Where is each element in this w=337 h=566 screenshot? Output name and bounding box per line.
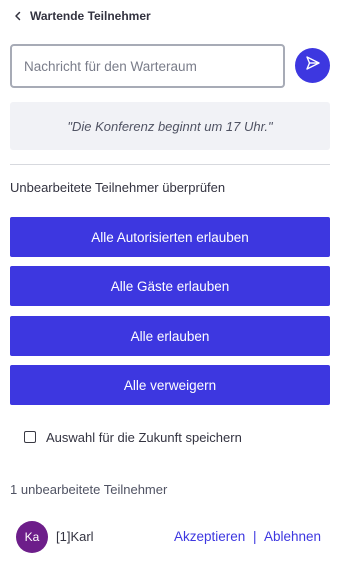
participant-name: [1]Karl	[56, 529, 94, 544]
divider	[10, 164, 330, 165]
allow-all-button[interactable]: Alle erlauben	[10, 316, 330, 356]
avatar: Ka	[16, 521, 48, 553]
back-to-waiting-header[interactable]: Wartende Teilnehmer	[10, 6, 151, 26]
allow-all-guests-button[interactable]: Alle Gäste erlauben	[10, 266, 330, 306]
remember-choice-checkbox[interactable]	[24, 431, 36, 443]
pending-count-label: 1 unbearbeitete Teilnehmer	[10, 482, 168, 497]
allow-all-authorized-button[interactable]: Alle Autorisierten erlauben	[10, 217, 330, 257]
reject-participant-link[interactable]: Ablehnen	[264, 529, 321, 544]
review-section-label: Unbearbeitete Teilnehmer überprüfen	[10, 180, 226, 195]
send-arrow-icon	[305, 55, 321, 76]
accept-participant-link[interactable]: Akzeptieren	[174, 529, 245, 544]
conference-notice-text: "Die Konferenz beginnt um 17 Uhr."	[67, 118, 273, 134]
page-title: Wartende Teilnehmer	[30, 9, 151, 23]
participant-row: Ka [1]Karl Akzeptieren | Ablehnen	[16, 521, 326, 553]
waiting-room-message-input[interactable]	[10, 44, 285, 88]
action-separator: |	[253, 529, 257, 544]
chevron-left-icon	[10, 8, 26, 24]
avatar-initials: Ka	[24, 530, 40, 544]
remember-choice-row[interactable]: Auswahl für die Zukunft speichern	[24, 428, 242, 446]
deny-all-button[interactable]: Alle verweigern	[10, 365, 330, 405]
remember-choice-label: Auswahl für die Zukunft speichern	[46, 429, 242, 445]
conference-notice: "Die Konferenz beginnt um 17 Uhr."	[10, 102, 330, 150]
send-message-button[interactable]	[295, 48, 330, 83]
message-row	[10, 44, 330, 88]
